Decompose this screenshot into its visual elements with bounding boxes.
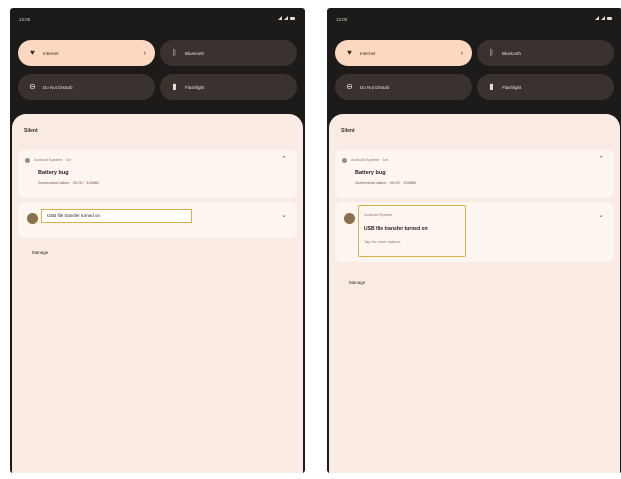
internet-tile[interactable]: ♥ Internet › [335,40,472,66]
notification-title: Battery bug [355,170,386,176]
section-title: Silent [24,128,38,134]
manage-button[interactable]: Manage [349,280,365,285]
bluetooth-tile-label: Bluetooth [185,50,205,56]
do-not-disturb-tile-label: Do Not Disturb [360,84,390,90]
bug-report-icon [25,158,30,163]
usb-notification-expanded[interactable]: Android System USB file transfer turned … [335,202,614,262]
phone-screen-right: 12:00 ♥ Internet › ᛒ Bluetooth ⊖ Do Not … [327,8,621,473]
signal-icon [284,16,288,20]
usb-notification-title: USB file transfer turned on [364,226,428,232]
notification-app-name: Android System · 1m [351,157,389,162]
bluetooth-tile-label: Bluetooth [502,50,522,56]
wifi-icon: ♥ [30,48,35,57]
chevron-right-icon: › [143,49,146,57]
usb-icon [344,213,355,224]
status-bar: 12:00 [327,8,621,30]
flashlight-tile-label: Flashlight [502,84,522,90]
do-not-disturb-tile[interactable]: ⊖ Do Not Disturb [18,74,155,100]
bug-report-notification[interactable]: Android System · 1m ⌃ Battery bug Screen… [18,150,297,198]
status-time: 12:00 [336,17,348,22]
usb-icon [27,213,38,224]
do-not-disturb-icon: ⊖ [346,82,353,91]
flashlight-tile-label: Flashlight [185,84,205,90]
bluetooth-icon: ᛒ [489,48,494,57]
battery-icon [290,16,295,20]
internet-tile-label: Internet [43,50,59,56]
status-time: 12:00 [19,17,31,22]
collapse-icon[interactable]: ⌃ [281,155,287,163]
notification-shade: Silent Android System · 1m ⌃ Battery bug… [12,114,303,473]
chevron-right-icon: › [460,49,463,57]
internet-tile[interactable]: ♥ Internet › [18,40,155,66]
expand-icon[interactable]: ⌄ [598,211,604,219]
bluetooth-icon: ᛒ [172,48,177,57]
signal-icon [601,16,605,20]
do-not-disturb-icon: ⊖ [29,82,36,91]
usb-notification-highlight: USB file transfer turned on [41,209,192,223]
bug-report-icon [342,158,347,163]
usb-notification-text: USB file transfer turned on [47,213,101,218]
usb-notification[interactable]: USB file transfer turned on ⌄ [18,202,297,238]
bug-report-notification[interactable]: Android System · 1m ⌃ Battery bug Screen… [335,150,614,198]
flashlight-tile[interactable]: ▮ Flashlight [160,74,297,100]
do-not-disturb-tile-label: Do Not Disturb [43,84,73,90]
wifi-status-icon [595,16,599,20]
notification-shade: Silent Android System · 1m ⌃ Battery bug… [329,114,620,473]
flashlight-tile[interactable]: ▮ Flashlight [477,74,614,100]
status-icons [278,16,295,20]
notification-text: Screenshot taken · 00:00 · 100MB [355,180,416,185]
section-title: Silent [341,128,355,134]
status-bar: 12:00 [10,8,305,30]
notification-title: Battery bug [38,170,69,176]
phone-screen-left: 12:00 ♥ Internet › ᛒ Bluetooth ⊖ Do Not … [10,8,305,473]
wifi-icon: ♥ [347,48,352,57]
do-not-disturb-tile[interactable]: ⊖ Do Not Disturb [335,74,472,100]
notification-text: Screenshot taken · 00:00 · 100MB [38,180,99,185]
usb-notification-app: Android System [364,212,393,217]
bluetooth-tile[interactable]: ᛒ Bluetooth [477,40,614,66]
flashlight-icon: ▮ [489,82,494,91]
usb-notification-subtitle: Tap for more options [364,239,401,244]
battery-icon [607,16,612,20]
expand-icon[interactable]: ⌄ [281,211,287,219]
flashlight-icon: ▮ [172,82,177,91]
status-icons [595,16,612,20]
manage-button[interactable]: Manage [32,250,48,255]
bluetooth-tile[interactable]: ᛒ Bluetooth [160,40,297,66]
wifi-status-icon [278,16,282,20]
notification-app-name: Android System · 1m [34,157,72,162]
usb-notification-highlight: Android System USB file transfer turned … [358,205,466,257]
internet-tile-label: Internet [360,50,376,56]
collapse-icon[interactable]: ⌃ [598,155,604,163]
